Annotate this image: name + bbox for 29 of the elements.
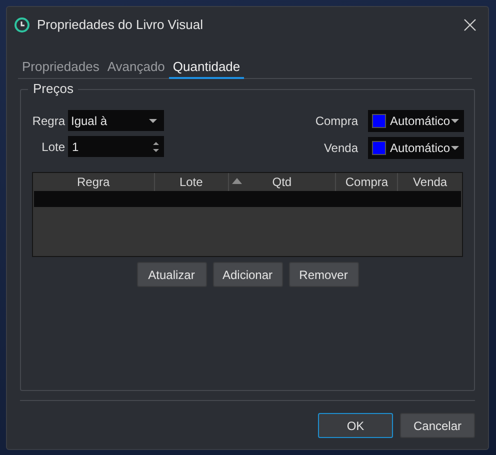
action-button[interactable]: Atualizar — [136, 262, 206, 287]
caret-icon — [149, 118, 157, 122]
field-label: Venda — [324, 140, 358, 157]
column-header[interactable]: Qtd — [272, 173, 292, 191]
clock-icon — [14, 17, 30, 33]
caret-icon — [451, 119, 459, 123]
group-title: Preços — [28, 81, 78, 97]
color-dropdown[interactable]: Automático — [368, 110, 464, 132]
tab[interactable]: Avançado — [103, 56, 169, 78]
spinner-icon[interactable] — [153, 140, 159, 152]
field-label: Regra — [31, 112, 65, 130]
tab[interactable]: Quantidade — [168, 57, 244, 79]
field-label: Compra — [315, 113, 358, 130]
caret-icon — [451, 146, 459, 150]
lot-spinbox[interactable]: 1 — [68, 136, 164, 157]
dialog-button[interactable]: OK — [318, 413, 393, 438]
column-header[interactable]: Compra — [345, 173, 388, 191]
rule-dropdown[interactable]: Igual à — [68, 110, 164, 131]
field-label: Lote — [40, 138, 65, 156]
action-button[interactable]: Remover — [288, 262, 358, 287]
color-dropdown[interactable]: Automático — [368, 137, 464, 159]
close-icon[interactable] — [464, 19, 476, 31]
column-header[interactable]: Venda — [413, 173, 448, 191]
tab[interactable]: Propriedades — [18, 56, 104, 78]
action-button[interactable]: Adicionar — [212, 262, 282, 287]
column-header[interactable]: Regra — [77, 173, 110, 191]
dialog-button[interactable]: Cancelar — [400, 413, 475, 438]
window-title: Propriedades do Livro Visual — [37, 16, 203, 34]
column-header[interactable]: Lote — [179, 173, 203, 191]
